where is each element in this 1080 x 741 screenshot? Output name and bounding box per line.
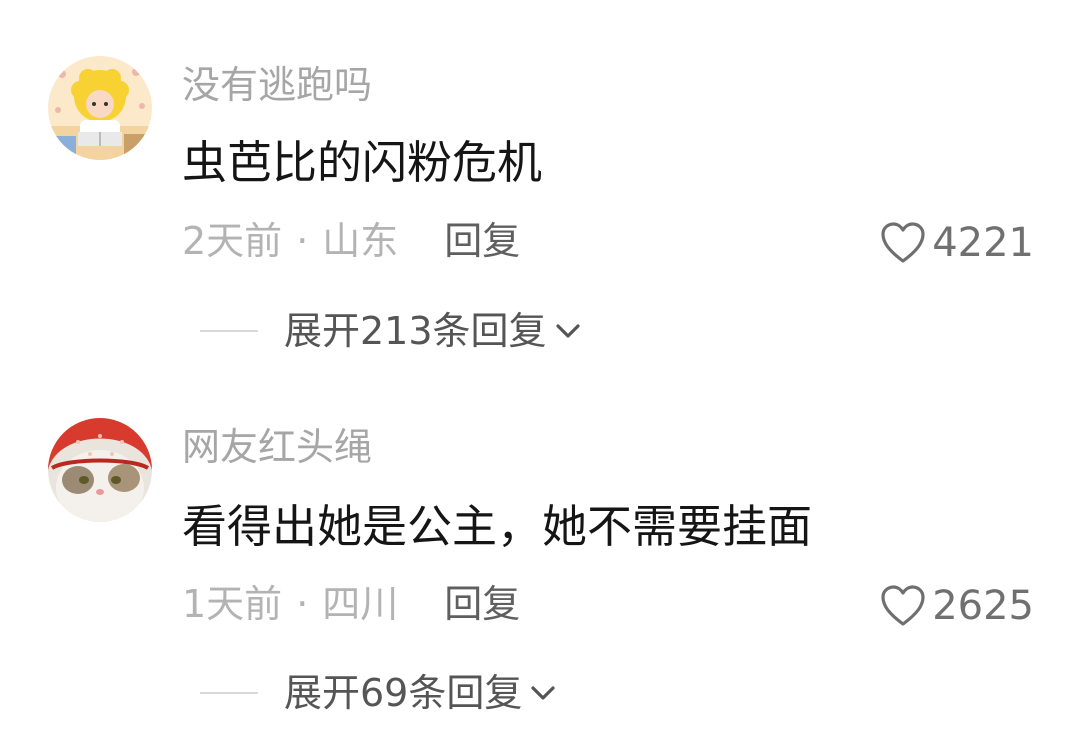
reply-button[interactable]: 回复 (444, 585, 520, 623)
expand-replies-button[interactable]: 展开69条回复 (200, 674, 556, 712)
expand-replies-button[interactable]: 展开213条回复 (200, 312, 581, 350)
expand-divider (200, 330, 258, 332)
comment-meta: 2天前 · 山东 回复 (182, 222, 520, 260)
meta-separator: · (296, 582, 309, 626)
chevron-down-icon (531, 686, 555, 700)
heart-icon (881, 222, 925, 263)
meta-separator: · (296, 219, 309, 263)
comment-location: 四川 (322, 582, 399, 626)
comment-meta: 1天前 · 四川 回复 (182, 585, 520, 623)
cartoon-girl-reading-icon (48, 56, 152, 160)
like-button[interactable]: 2625 (880, 585, 1034, 627)
comment-text: 看得出她是公主，她不需要挂面 (182, 500, 813, 553)
expand-replies-label: 展开213条回复 (284, 309, 547, 353)
like-count: 4221 (932, 220, 1034, 266)
like-button[interactable]: 4221 (880, 222, 1034, 264)
expand-replies-label: 展开69条回复 (284, 671, 523, 715)
reply-button[interactable]: 回复 (444, 222, 520, 260)
chevron-down-icon (555, 324, 580, 338)
like-count: 2625 (932, 583, 1034, 629)
comment-text: 虫芭比的闪粉危机 (182, 136, 543, 189)
comment-time: 1天前 (182, 582, 283, 626)
username[interactable]: 没有逃跑吗 (182, 66, 372, 104)
heart-icon (881, 585, 925, 626)
username[interactable]: 网友红头绳 (182, 428, 372, 466)
comment-location: 山东 (322, 219, 399, 263)
user-avatar[interactable] (48, 56, 152, 160)
cat-with-red-headscarf-icon (48, 418, 152, 522)
user-avatar[interactable] (48, 418, 152, 522)
comment-time: 2天前 (182, 219, 283, 263)
expand-divider (200, 692, 258, 694)
